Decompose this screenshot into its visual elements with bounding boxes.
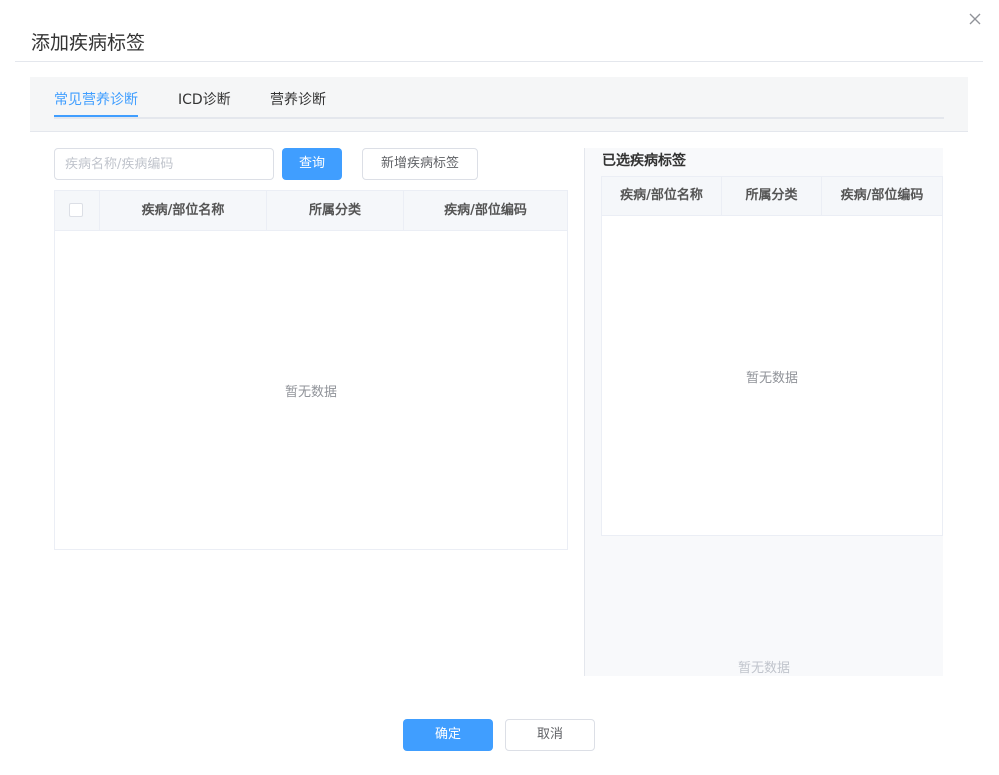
column-header-category: 所属分类: [266, 191, 403, 230]
search-input[interactable]: [54, 148, 274, 180]
empty-data-text: 暂无数据: [284, 385, 337, 400]
tabs-bar: 常见营养诊断 ICD诊断 营养诊断: [30, 77, 968, 131]
close-icon[interactable]: [966, 10, 984, 28]
selected-tags-panel: 已选疾病标签 疾病/部位名称 所属分类 疾病/部位编码 暂无数据 暂无数据: [585, 148, 943, 676]
cancel-button[interactable]: 取消: [505, 719, 595, 751]
faint-empty-data-text: 暂无数据: [737, 661, 790, 676]
confirm-button[interactable]: 确定: [403, 719, 493, 751]
selected-tags-table: 疾病/部位名称 所属分类 疾病/部位编码 暂无数据: [601, 176, 943, 536]
section-divider: [30, 131, 968, 132]
tabs-nav: 常见营养诊断 ICD诊断 营养诊断: [54, 77, 944, 119]
column-header-code: 疾病/部位编码: [403, 191, 567, 230]
query-button[interactable]: 查询: [282, 148, 342, 180]
title-divider: [15, 61, 983, 62]
add-disease-tag-button[interactable]: 新增疾病标签: [362, 148, 478, 180]
selected-tags-title: 已选疾病标签: [602, 153, 686, 169]
disease-table-header: 疾病/部位名称 所属分类 疾病/部位编码: [55, 191, 567, 231]
selected-empty-data-text: 暂无数据: [745, 371, 798, 386]
select-all-checkbox[interactable]: [69, 203, 83, 217]
selected-column-header-name: 疾病/部位名称: [620, 188, 703, 203]
select-all-cell: [55, 191, 99, 230]
selected-column-header-code: 疾病/部位编码: [821, 177, 942, 215]
tab-nutrition-diagnosis[interactable]: 营养诊断: [270, 89, 326, 109]
active-tab-indicator: [54, 115, 138, 117]
tab-icd-diagnosis[interactable]: ICD诊断: [178, 89, 231, 109]
selected-tags-table-header: 疾病/部位名称 所属分类 疾病/部位编码: [602, 177, 942, 216]
selected-column-header-category: 所属分类: [721, 177, 821, 215]
column-header-name: 疾病/部位名称: [99, 191, 266, 230]
tab-common-nutrition-diagnosis[interactable]: 常见营养诊断: [54, 89, 138, 109]
disease-table: 疾病/部位名称 所属分类 疾病/部位编码 暂无数据: [54, 190, 568, 550]
dialog-title: 添加疾病标签: [31, 32, 146, 54]
